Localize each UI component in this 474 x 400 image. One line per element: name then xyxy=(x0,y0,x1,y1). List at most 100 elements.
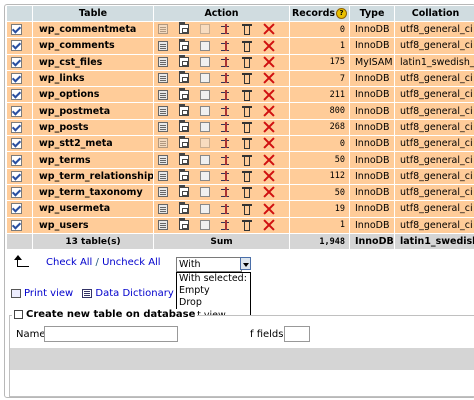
search-icon[interactable] xyxy=(200,203,210,214)
row-checkbox[interactable] xyxy=(11,121,22,133)
browse-icon[interactable] xyxy=(158,171,168,182)
empty-icon[interactable] xyxy=(242,122,252,134)
help-icon[interactable]: ? xyxy=(336,8,348,19)
drop-icon[interactable] xyxy=(263,106,275,116)
insert-icon[interactable] xyxy=(221,154,231,165)
search-icon[interactable] xyxy=(200,24,210,35)
empty-icon[interactable] xyxy=(242,203,252,215)
browse-icon[interactable] xyxy=(158,40,168,51)
table-row[interactable]: wp_term_taxonomy 50 InnoDB utf8_general_ci xyxy=(7,184,474,201)
empty-icon[interactable] xyxy=(242,89,252,101)
drop-icon[interactable] xyxy=(263,204,275,214)
empty-icon[interactable] xyxy=(242,138,252,150)
structure-icon[interactable] xyxy=(179,22,189,35)
browse-icon[interactable] xyxy=(158,122,168,133)
drop-icon[interactable] xyxy=(263,220,275,230)
row-checkbox[interactable] xyxy=(11,56,22,68)
browse-icon[interactable] xyxy=(158,73,168,84)
with-selected-select[interactable]: With selected: xyxy=(176,257,242,283)
search-icon[interactable] xyxy=(200,219,210,230)
table-name[interactable]: wp_cst_files xyxy=(33,54,154,70)
insert-icon[interactable] xyxy=(221,138,231,149)
header-type[interactable]: Type xyxy=(350,6,395,21)
drop-icon[interactable] xyxy=(263,122,275,132)
table-row[interactable]: wp_term_relationships 112 InnoDB utf8_gener… xyxy=(7,168,474,184)
search-icon[interactable] xyxy=(200,154,210,165)
empty-icon[interactable] xyxy=(242,187,252,199)
table-name[interactable]: wp_links xyxy=(33,70,154,87)
structure-icon[interactable] xyxy=(179,152,189,165)
search-icon[interactable] xyxy=(200,122,210,133)
insert-icon[interactable] xyxy=(221,73,231,84)
search-icon[interactable] xyxy=(200,89,210,100)
row-checkbox[interactable] xyxy=(11,138,22,150)
structure-icon[interactable] xyxy=(179,169,189,182)
dropdown-option[interactable]: Drop xyxy=(177,297,250,309)
drop-icon[interactable] xyxy=(263,90,275,100)
structure-icon[interactable] xyxy=(179,38,189,51)
empty-icon[interactable] xyxy=(242,171,252,183)
structure-icon[interactable] xyxy=(179,136,189,149)
table-row[interactable]: wp_stt2_meta 0 InnoDB utf8_general_ci xyxy=(7,136,474,152)
search-icon[interactable] xyxy=(200,187,210,198)
browse-icon[interactable] xyxy=(158,203,168,214)
browse-icon[interactable] xyxy=(158,105,168,116)
structure-icon[interactable] xyxy=(179,120,189,133)
table-name[interactable]: wp_options xyxy=(33,87,154,103)
browse-icon[interactable] xyxy=(158,154,168,165)
search-icon[interactable] xyxy=(200,171,210,182)
drop-icon[interactable] xyxy=(263,73,275,83)
row-checkbox[interactable] xyxy=(11,105,22,117)
insert-icon[interactable] xyxy=(221,89,231,100)
table-row[interactable]: wp_cst_files 175MyISAMlatin1_swedish_ci xyxy=(7,54,474,70)
structure-icon[interactable] xyxy=(179,87,189,100)
search-icon[interactable] xyxy=(200,40,210,51)
table-name[interactable]: wp_term_taxonomy xyxy=(33,184,154,201)
table-row[interactable]: wp_commentmeta 0 InnoDB utf8_general_ci xyxy=(7,22,474,38)
structure-icon[interactable] xyxy=(179,71,189,84)
dropdown-option[interactable]: With selected: xyxy=(177,273,250,285)
drop-icon[interactable] xyxy=(263,24,275,34)
browse-icon[interactable] xyxy=(158,138,168,149)
chevron-down-icon[interactable] xyxy=(240,257,251,270)
drop-icon[interactable] xyxy=(263,187,275,197)
browse-icon[interactable] xyxy=(158,24,168,35)
table-row[interactable]: wp_links 7 InnoDB utf8_general_ci xyxy=(7,70,474,87)
insert-icon[interactable] xyxy=(221,219,231,230)
uncheck-all-link[interactable]: Uncheck All xyxy=(102,257,161,268)
structure-icon[interactable] xyxy=(179,185,189,198)
search-icon[interactable] xyxy=(200,105,210,116)
table-name[interactable]: wp_posts xyxy=(33,119,154,136)
row-checkbox[interactable] xyxy=(11,73,22,85)
table-row[interactable]: wp_postmeta 800 InnoDB utf8_general_ci xyxy=(7,103,474,119)
table-name[interactable]: wp_comments xyxy=(33,38,154,54)
row-checkbox[interactable] xyxy=(11,219,22,231)
table-row[interactable]: wp_usermeta 19 InnoDB utf8_general_ci xyxy=(7,201,474,217)
empty-icon[interactable] xyxy=(242,154,252,166)
data-dictionary-link[interactable]: Data Dictionary xyxy=(95,288,173,299)
table-row[interactable]: wp_posts 268 InnoDB utf8_general_ci xyxy=(7,119,474,136)
empty-icon[interactable] xyxy=(242,73,252,85)
insert-icon[interactable] xyxy=(221,122,231,133)
empty-icon[interactable] xyxy=(242,219,252,231)
header-records[interactable]: Records? xyxy=(290,6,350,21)
browse-icon[interactable] xyxy=(158,89,168,100)
browse-icon[interactable] xyxy=(158,219,168,230)
table-name[interactable]: wp_usermeta xyxy=(33,201,154,217)
row-checkbox[interactable] xyxy=(11,187,22,199)
search-icon[interactable] xyxy=(200,138,210,149)
search-icon[interactable] xyxy=(200,73,210,84)
header-collation[interactable]: Collation xyxy=(395,6,474,21)
drop-icon[interactable] xyxy=(263,155,275,165)
insert-icon[interactable] xyxy=(221,24,231,35)
print-view-link[interactable]: Print view xyxy=(24,288,73,299)
empty-icon[interactable] xyxy=(242,24,252,36)
insert-icon[interactable] xyxy=(221,40,231,51)
row-checkbox[interactable] xyxy=(11,170,22,182)
fields-count-input[interactable] xyxy=(284,326,310,342)
drop-icon[interactable] xyxy=(263,57,275,67)
row-checkbox[interactable] xyxy=(11,40,22,52)
table-row[interactable]: wp_users 1 InnoDB utf8_general_ci xyxy=(7,217,474,233)
row-checkbox[interactable] xyxy=(11,154,22,166)
table-name-input[interactable] xyxy=(44,326,178,342)
